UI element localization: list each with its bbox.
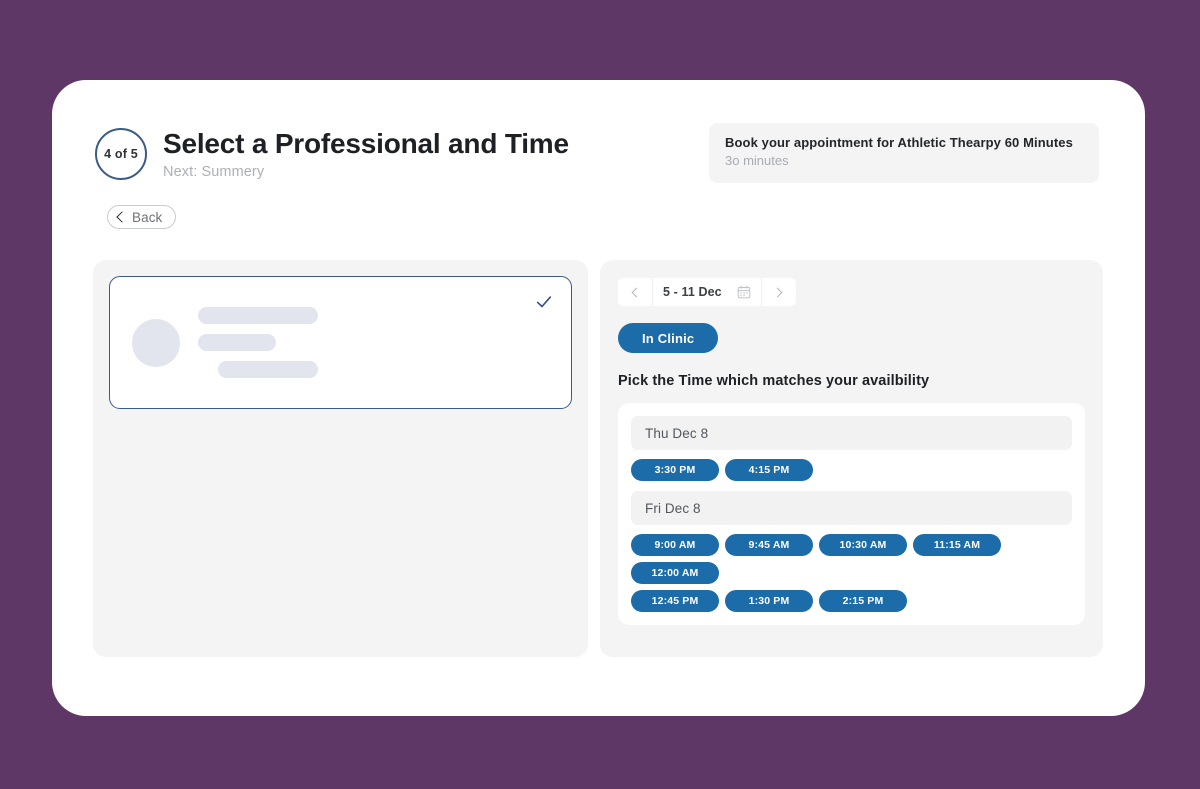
- slot-row: 12:45 PM 1:30 PM 2:15 PM: [631, 590, 1072, 612]
- professional-list-panel: [93, 260, 588, 657]
- slot-rows: 3:30 PM 4:15 PM: [631, 459, 1072, 481]
- slot-row: 9:00 AM 9:45 AM 10:30 AM 11:15 AM 12:00 AM: [631, 534, 1072, 584]
- avatar: [132, 318, 180, 367]
- booking-card: 4 of 5 Select a Professional and Time Ne…: [52, 80, 1145, 716]
- time-slot-button[interactable]: 11:15 AM: [913, 534, 1001, 556]
- check-icon: [536, 296, 552, 308]
- next-step-label: Next: Summery: [163, 164, 265, 181]
- title-block: Select a Professional and Time Next: Sum…: [163, 126, 569, 180]
- professional-card[interactable]: [109, 276, 572, 409]
- professional-details-placeholder: [198, 307, 318, 378]
- date-range-picker[interactable]: 5 - 11 Dec: [652, 278, 762, 306]
- time-slot-button[interactable]: 12:00 AM: [631, 562, 719, 584]
- chevron-right-icon: [772, 287, 783, 297]
- appointment-duration: 3o minutes: [725, 153, 789, 168]
- time-slot-button[interactable]: 1:30 PM: [725, 590, 813, 612]
- day-header: Thu Dec 8: [631, 416, 1072, 450]
- time-slot-button[interactable]: 4:15 PM: [725, 459, 813, 481]
- time-slot-button[interactable]: 12:45 PM: [631, 590, 719, 612]
- page-header: 4 of 5 Select a Professional and Time Ne…: [95, 126, 569, 180]
- day-header: Fri Dec 8: [631, 491, 1072, 525]
- tab-in-clinic[interactable]: In Clinic: [618, 323, 719, 353]
- step-indicator-badge: 4 of 5: [95, 128, 147, 180]
- time-slot-button[interactable]: 9:45 AM: [725, 534, 813, 556]
- appointment-mode-tabs: In Clinic: [618, 323, 1085, 353]
- time-slot-button[interactable]: 10:30 AM: [819, 534, 907, 556]
- schedule-panel: 5 - 11 Dec In Clinic Pick the Time which…: [600, 260, 1103, 657]
- time-slot-button[interactable]: 3:30 PM: [631, 459, 719, 481]
- time-slots-container: Thu Dec 8 3:30 PM 4:15 PM Fri Dec 8 9:00 AM 9…: [618, 403, 1085, 625]
- calendar-icon: [737, 285, 751, 299]
- day-group: Fri Dec 8 9:00 AM 9:45 AM 10:30 AM 11:15 AM 1…: [631, 491, 1072, 612]
- appointment-info-title: Book your appointment for Athletic Thear…: [725, 135, 1073, 150]
- slot-row: 3:30 PM 4:15 PM: [631, 459, 1072, 481]
- day-group: Thu Dec 8 3:30 PM 4:15 PM: [631, 416, 1072, 481]
- section-heading: Pick the Time which matches your availbi…: [618, 373, 930, 389]
- placeholder-line: [198, 334, 276, 351]
- placeholder-line: [218, 361, 318, 378]
- date-navigator: 5 - 11 Dec: [618, 278, 796, 306]
- chevron-left-icon: [631, 287, 642, 297]
- date-range-label: 5 - 11 Dec: [663, 285, 722, 299]
- back-button-label: Back: [132, 209, 163, 225]
- day-groups: Thu Dec 8 3:30 PM 4:15 PM Fri Dec 8 9:00 AM 9…: [631, 416, 1072, 612]
- back-button[interactable]: Back: [107, 205, 177, 229]
- next-week-button[interactable]: [762, 278, 796, 306]
- placeholder-line: [198, 307, 318, 324]
- chevron-left-icon: [116, 211, 128, 223]
- previous-week-button[interactable]: [618, 278, 652, 306]
- content-panels: 5 - 11 Dec In Clinic Pick the Time which…: [93, 260, 1103, 657]
- page-title: Select a Professional and Time: [163, 128, 569, 159]
- time-slot-button[interactable]: 2:15 PM: [819, 590, 907, 612]
- time-slot-button[interactable]: 9:00 AM: [631, 534, 719, 556]
- appointment-info-box: Book your appointment for Athletic Thear…: [709, 123, 1099, 183]
- slot-rows: 9:00 AM 9:45 AM 10:30 AM 11:15 AM 12:00 AM 12…: [631, 534, 1072, 612]
